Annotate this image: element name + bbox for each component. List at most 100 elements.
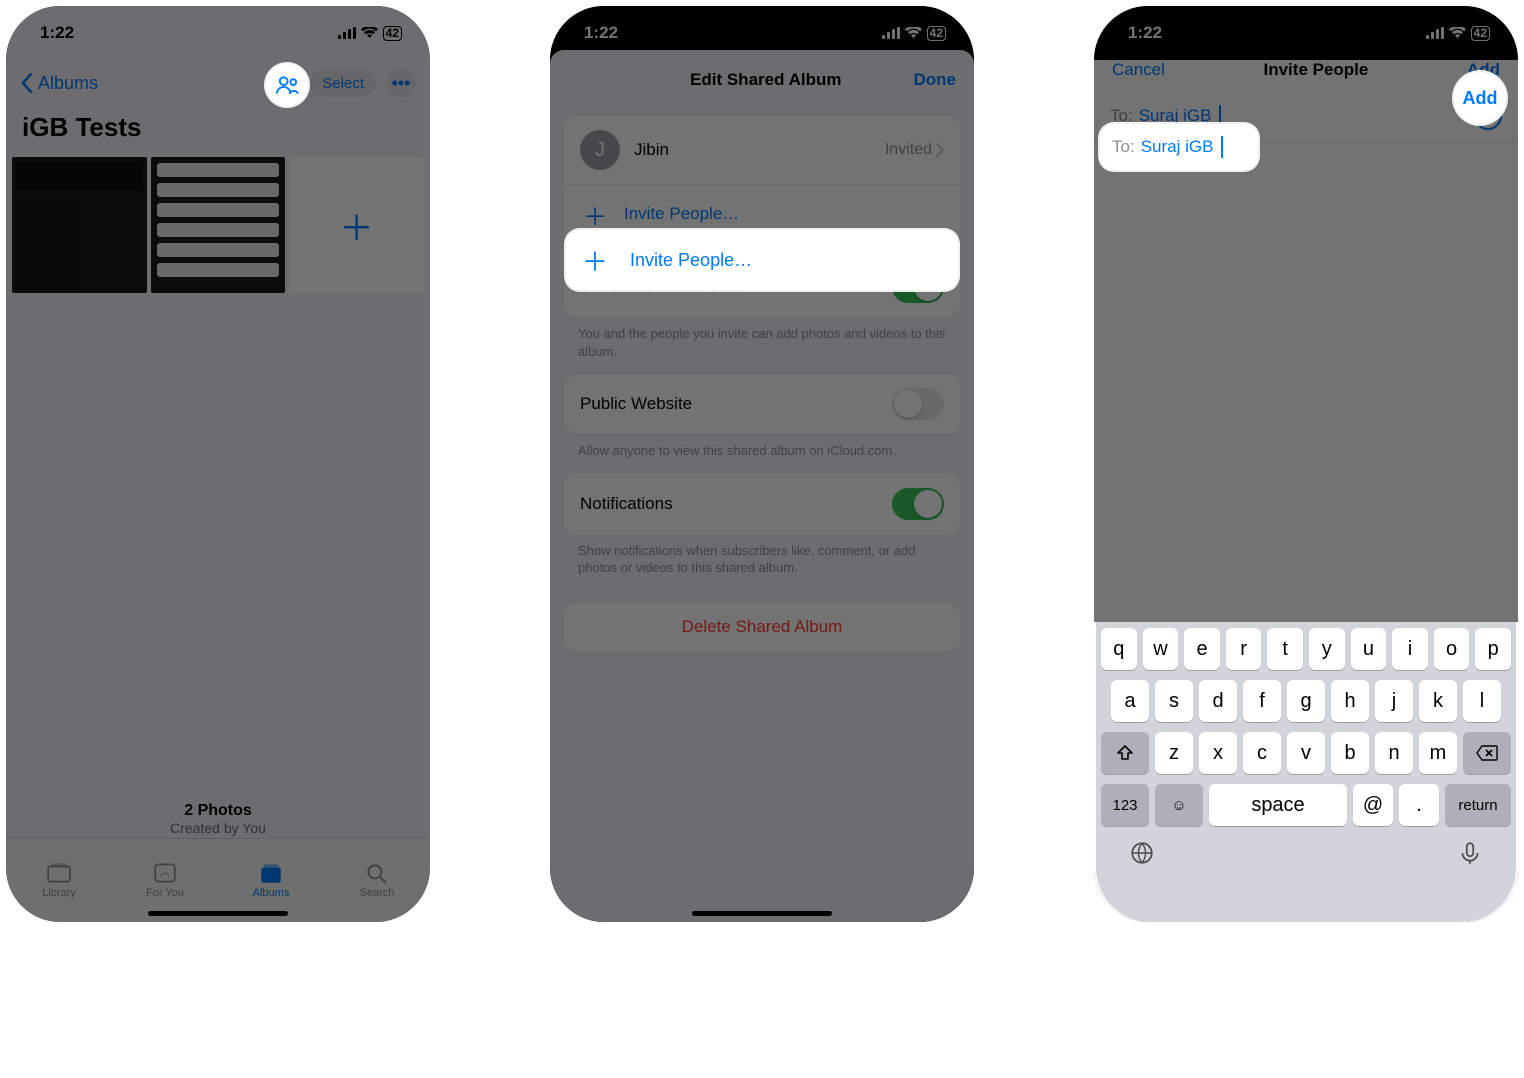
emoji-icon: ☺ [1171,797,1186,814]
back-button[interactable]: Albums [20,73,98,94]
space-key[interactable]: space [1209,784,1347,826]
key-d[interactable]: d [1199,680,1237,722]
photo-thumbnail[interactable] [12,157,147,293]
notifications-toggle[interactable] [892,488,944,520]
album-info-footer: 2 Photos Created by You [6,802,430,836]
globe-key[interactable] [1129,840,1155,871]
cellular-icon [1426,27,1444,39]
return-key[interactable]: return [1445,784,1511,826]
emoji-key[interactable]: ☺ [1155,784,1203,826]
select-button[interactable]: Select [310,70,376,97]
shift-key[interactable] [1101,732,1149,774]
tab-search[interactable]: Search [324,839,430,922]
key-j[interactable]: j [1375,680,1413,722]
status-icons: 42 [1426,26,1490,41]
backspace-icon [1476,745,1498,761]
key-v[interactable]: v [1287,732,1325,774]
status-bar: 1:22 42 [6,6,430,60]
status-bar: 1:22 42 [1094,6,1518,60]
people-icon [276,75,299,95]
sheet-title: Invite People [1264,60,1369,80]
dictation-key[interactable] [1457,840,1483,871]
sheet-title: Edit Shared Album [618,70,914,90]
notifications-desc: Show notifications when subscribers like… [550,534,974,577]
key-a[interactable]: a [1111,680,1149,722]
at-key[interactable]: @ [1353,784,1393,826]
member-name: Jibin [634,140,871,160]
backspace-key[interactable] [1463,732,1511,774]
key-b[interactable]: b [1331,732,1369,774]
delete-shared-album-button[interactable]: Delete Shared Album [564,603,960,651]
contact-token[interactable]: Suraj iGB [1139,106,1212,126]
key-m[interactable]: m [1419,732,1457,774]
member-row[interactable]: J Jibin Invited [564,116,960,184]
member-status: Invited [885,141,944,159]
screen-1-album: 1:22 42 Albums Select ••• iGB Tests [6,6,430,922]
key-c[interactable]: c [1243,732,1281,774]
key-s[interactable]: s [1155,680,1193,722]
key-x[interactable]: x [1199,732,1237,774]
plus-icon: ＋ [580,199,610,229]
home-indicator[interactable] [692,911,832,916]
key-l[interactable]: l [1463,680,1501,722]
key-o[interactable]: o [1434,628,1470,670]
highlight-to-field: To: Suraj iGB [1100,124,1258,170]
key-i[interactable]: i [1392,628,1428,670]
edit-sheet: Edit Shared Album Done J Jibin Invited ＋… [550,50,974,922]
screen-2-edit-shared: 1:22 42 Edit Shared Album Done J Jibin I… [550,6,974,922]
photo-thumbnail[interactable] [151,157,286,293]
search-icon [364,862,390,884]
public-website-toggle[interactable] [892,388,944,420]
back-label: Albums [38,73,98,94]
battery-icon: 42 [383,26,402,41]
home-indicator[interactable] [148,911,288,916]
key-k[interactable]: k [1419,680,1457,722]
key-f[interactable]: f [1243,680,1281,722]
cancel-button[interactable]: Cancel [1112,60,1165,80]
tab-albums[interactable]: Albums [218,839,324,922]
public-website-row[interactable]: Public Website [564,374,960,434]
done-button[interactable]: Done [914,70,957,90]
key-w[interactable]: w [1143,628,1179,670]
plus-icon: ＋ [340,201,374,250]
key-z[interactable]: z [1155,732,1193,774]
status-icons: 42 [338,26,402,41]
tab-for-you[interactable]: For You [112,839,218,922]
status-time: 1:22 [1128,23,1162,43]
photo-count: 2 Photos [6,802,430,820]
wifi-icon [1449,27,1466,39]
dot-key[interactable]: . [1399,784,1439,826]
key-q[interactable]: q [1101,628,1137,670]
key-y[interactable]: y [1309,628,1345,670]
chevron-right-icon [936,143,944,157]
nav-bar: Albums Select ••• [6,60,430,102]
wifi-icon [905,27,922,39]
key-u[interactable]: u [1351,628,1387,670]
cellular-icon [338,27,356,39]
add-photo-button[interactable]: ＋ [289,157,424,293]
key-r[interactable]: r [1226,628,1262,670]
album-title: iGB Tests [6,102,430,153]
numbers-key[interactable]: 123 [1101,784,1149,826]
status-time: 1:22 [584,23,618,43]
more-button[interactable]: ••• [386,68,416,98]
shift-icon [1116,744,1134,762]
library-icon [46,862,72,884]
cellular-icon [882,27,900,39]
key-e[interactable]: e [1184,628,1220,670]
mic-icon [1457,840,1483,866]
notifications-row[interactable]: Notifications [564,474,960,534]
avatar: J [580,130,620,170]
battery-icon: 42 [927,26,946,41]
key-g[interactable]: g [1287,680,1325,722]
tab-library[interactable]: Library [6,839,112,922]
key-t[interactable]: t [1267,628,1303,670]
battery-icon: 42 [1471,26,1490,41]
key-p[interactable]: p [1475,628,1511,670]
highlight-invite-row: ＋ Invite People… [566,230,958,290]
plus-icon: ＋ [582,242,608,279]
keyboard[interactable]: qwertyuiop asdfghjkl zxcvbnm 123 ☺ space… [1096,622,1516,922]
wifi-icon [361,27,378,39]
key-n[interactable]: n [1375,732,1413,774]
key-h[interactable]: h [1331,680,1369,722]
